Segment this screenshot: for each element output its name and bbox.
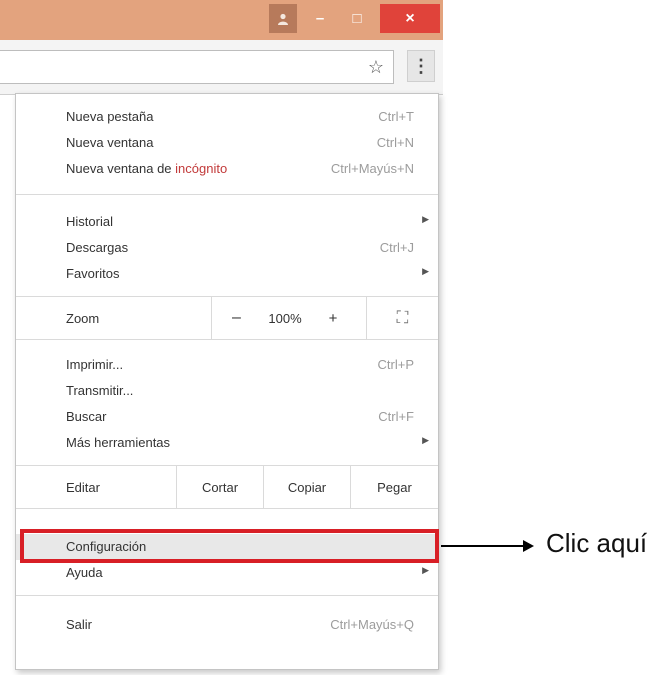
menu-row-zoom: Zoom – 100% + ⛶ [16,297,438,339]
zoom-in-button[interactable]: + [309,297,357,339]
menu-item-cast[interactable]: Transmitir... [16,378,438,404]
menu-item-downloads[interactable]: Descargas Ctrl+J [16,235,438,261]
menu-item-label: Más herramientas [66,435,171,450]
separator [16,508,438,509]
settings-highlight-box [20,529,439,563]
menu-item-label: Imprimir... [66,357,124,372]
minimize-button[interactable]: – [305,4,335,33]
callout-arrow-line [441,545,527,547]
shortcut: Ctrl+J [379,240,414,255]
menu-item-label: Transmitir... [66,383,134,398]
shortcut: Ctrl+P [377,357,414,372]
menu-item-label: Buscar [66,409,107,424]
edit-label: Editar [66,480,100,495]
shortcut: Ctrl+Mayús+N [330,161,414,176]
shortcut: Ctrl+Mayús+Q [330,617,414,632]
menu-item-new-tab[interactable]: Nueva pestaña Ctrl+T [16,104,438,130]
callout-arrow-head [523,540,534,552]
submenu-arrow-icon: ▶ [422,565,429,575]
person-icon [278,13,288,25]
submenu-arrow-icon: ▶ [422,435,429,445]
separator [16,339,438,340]
menu-button[interactable]: ⋮ [407,50,435,82]
menu-item-incognito[interactable]: Nueva ventana de incógnito Ctrl+Mayús+N [16,156,438,182]
zoom-out-button[interactable]: – [211,297,261,339]
title-bar: – □ × [0,0,443,40]
menu-item-label: Ayuda [66,565,103,580]
menu-item-bookmarks[interactable]: Favoritos ▶ [16,261,438,287]
menu-item-label: Descargas [66,240,129,255]
browser-toolbar: ☆ ⋮ [0,40,443,95]
menu-item-label: Salir [66,617,93,632]
label-prefix: Nueva ventana de [66,161,176,176]
user-profile-button[interactable] [269,4,297,33]
callout-text: Clic aquí [546,528,648,558]
shortcut: Ctrl+N [376,135,414,150]
menu-row-edit: Editar Cortar Copiar Pegar [16,466,438,508]
maximize-button[interactable]: □ [339,4,375,33]
menu-item-help[interactable]: Ayuda ▶ [16,560,438,586]
menu-item-label: Historial [66,214,113,229]
menu-item-label: Favoritos [66,266,120,281]
label-highlight: incógnito [175,161,228,176]
fullscreen-icon[interactable]: ⛶ [366,297,438,339]
copy-button[interactable]: Copiar [263,466,350,508]
chrome-menu: Nueva pestaña Ctrl+T Nueva ventana Ctrl+… [15,93,439,670]
shortcut: Ctrl+T [378,109,414,124]
menu-item-exit[interactable]: Salir Ctrl+Mayús+Q [16,612,438,638]
cut-button[interactable]: Cortar [176,466,263,508]
address-bar[interactable]: ☆ [0,50,394,84]
menu-item-find[interactable]: Buscar Ctrl+F [16,404,438,430]
submenu-arrow-icon: ▶ [422,266,429,276]
zoom-label: Zoom [66,311,100,326]
zoom-level: 100% [268,310,302,326]
menu-item-print[interactable]: Imprimir... Ctrl+P [16,352,438,378]
separator [16,595,438,596]
submenu-arrow-icon: ▶ [422,214,429,224]
menu-item-history[interactable]: Historial ▶ [16,209,438,235]
shortcut: Ctrl+F [378,409,414,424]
menu-item-new-window[interactable]: Nueva ventana Ctrl+N [16,130,438,156]
menu-item-label: Nueva pestaña [66,109,154,124]
bookmark-star-icon[interactable]: ☆ [362,51,390,83]
close-button[interactable]: × [380,4,440,33]
menu-item-label: Nueva ventana de incógnito [66,161,227,176]
menu-item-label: Nueva ventana [66,135,154,150]
menu-item-more-tools[interactable]: Más herramientas ▶ [16,430,438,456]
separator [16,194,438,195]
paste-button[interactable]: Pegar [350,466,438,508]
